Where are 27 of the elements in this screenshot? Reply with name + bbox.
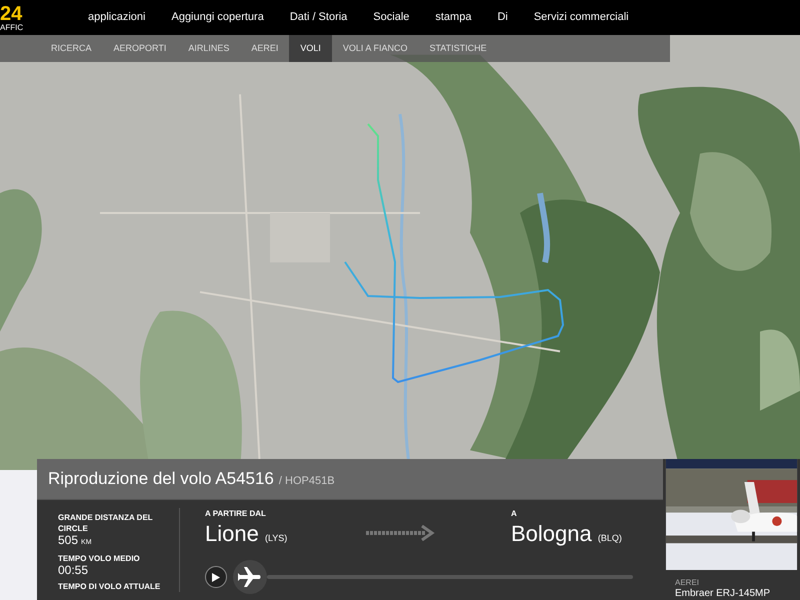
nav-link[interactable]: stampa	[435, 9, 472, 26]
arrival-label: A	[511, 508, 518, 520]
callsign: / HOP451B	[278, 476, 335, 487]
nav-link[interactable]: Aggiungi copertura	[171, 9, 264, 26]
departure-city: Lione (LYS)	[205, 520, 288, 548]
airplane-icon	[238, 567, 262, 587]
plane-handle[interactable]	[233, 560, 267, 594]
playback-track[interactable]	[267, 575, 633, 579]
logo-tagline: AFFIC	[0, 24, 24, 32]
arrow-icon	[366, 525, 436, 541]
nav-link[interactable]: Di	[497, 9, 508, 26]
play-icon	[212, 572, 220, 582]
stat-label: TEMPO VOLO MEDIO	[58, 553, 141, 564]
arrival-city: Bologna (BLQ)	[511, 520, 622, 548]
departure-label: A PARTIRE DAL	[205, 508, 267, 520]
stat-label: GRANDE DISTANZA DEL CIRCLE	[58, 512, 154, 534]
play-button[interactable]	[205, 566, 227, 588]
panel-title: Riproduzione del volo A54516	[48, 470, 274, 487]
nav-link[interactable]: Sociale	[373, 9, 410, 26]
nav-link[interactable]: Servizi commerciali	[534, 9, 629, 26]
nav-link[interactable]: Dati / Storia	[290, 9, 348, 26]
stat-label: TEMPO DI VOLO ATTUALE	[58, 581, 162, 592]
aircraft-label: AEREI	[675, 578, 700, 588]
logo-number[interactable]: 24	[0, 4, 88, 24]
aircraft-model: Embraer ERJ-145MP	[675, 588, 772, 600]
nav-link[interactable]: applicazioni	[88, 9, 146, 26]
stat-value: 00:55	[58, 564, 90, 577]
